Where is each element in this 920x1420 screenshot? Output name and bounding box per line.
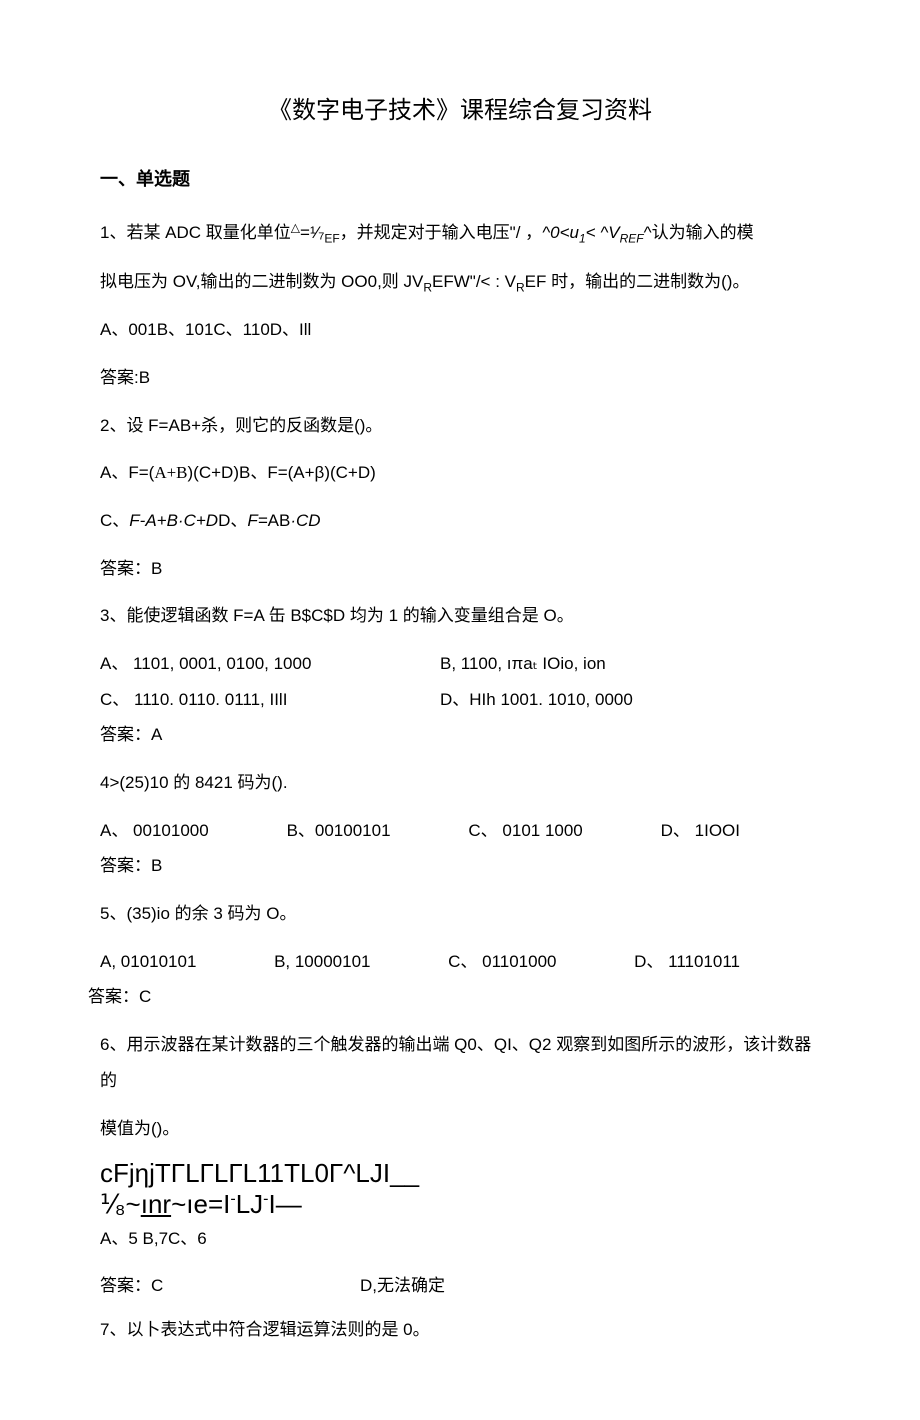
q3-stem: 3、能使逻辑函数 F=A 缶 B$C$D 均为 1 的输入变量组合是 O。 — [100, 598, 820, 634]
q1-l1-b: =¹⁄₇ — [300, 223, 324, 242]
q1-l1-d: ^0<u — [542, 223, 579, 242]
q2-cd-c: D、 — [218, 511, 247, 530]
q1-l2-d: R — [516, 280, 525, 294]
q2-cd-d: F= — [247, 511, 267, 530]
w2-g: I— — [268, 1189, 301, 1219]
q3-optA: A、 1101, 0001, 0100, 1000 — [100, 646, 440, 682]
q1-l1-e: 1 — [579, 231, 586, 245]
q1-l2-e: EF 时，输出的二进制数为()。 — [525, 272, 750, 291]
q4-optC: C、 0101 1000 — [468, 813, 582, 849]
q5-opts: A, 01010101 B, 10000101 C、 01101000 D、 1… — [100, 944, 740, 980]
section-heading: 一、单选题 — [100, 165, 820, 191]
q2-cd-g: CD — [296, 511, 321, 530]
q2-cd-e: AB — [268, 511, 291, 530]
q5-optB: B, 10000101 — [274, 944, 370, 980]
q4-optB: B、00100101 — [287, 813, 391, 849]
q1-l2-c: EFW"/< : V — [432, 272, 516, 291]
q4-stem: 4>(25)10 的 8421 码为(). — [100, 765, 820, 801]
q4-optD: D、 1IOOI — [661, 813, 740, 849]
q2-cd-a: C、 — [100, 511, 129, 530]
page-title: 《数字电子技术》课程综合复习资料 — [100, 90, 820, 125]
q3-opts-row2: C、 1110. 0110. 0111, IIlI D、HIh 1001. 10… — [100, 682, 820, 718]
q1-l1-a: 1、若某 ADC 取量化单位 — [100, 223, 291, 242]
q3-optD: D、HIh 1001. 1010, 0000 — [440, 682, 633, 718]
q5-optC: C、 01101000 — [448, 944, 556, 980]
q4-optA: A、 00101000 — [100, 813, 209, 849]
q2-cd-b: F-A+B·C+D — [129, 511, 218, 530]
waveform-line1: cFjηjTΓLΓLΓL11TL0Γ^LJI__ — [100, 1158, 820, 1189]
q6-answer: 答案：C — [100, 1268, 360, 1304]
q1-l1-f: < ^V — [586, 223, 620, 242]
q1-line2: 拟电压为 OV,输出的二进制数为 OO0,则 JVREFW"/< : VREF … — [100, 264, 820, 301]
w2-b: ınr — [141, 1189, 171, 1219]
q3-optB: B, 1100, ıπaₜ IOio, ion — [440, 646, 606, 682]
w2-a: ⅟₈~ — [100, 1189, 141, 1219]
q1-l1-h: ^认为输入的模 — [644, 223, 754, 242]
w2-c: ~ıe=I — [171, 1189, 230, 1219]
q5-optD: D、 11101011 — [634, 944, 740, 980]
q7-stem: 7、以卜表达式中符合逻辑运算法则的是 0。 — [100, 1312, 820, 1348]
q1-l1-c: ，并规定对于输入电压"/ ， — [340, 223, 542, 242]
q6-stem2: 模值为()。 — [100, 1111, 820, 1147]
q3-answer: 答案：A — [100, 717, 820, 753]
q2-opts-ab: A、F=(A+B)(C+D)B、F=(A+β)(C+D) — [100, 455, 820, 491]
q4-opts: A、 00101000 B、00100101 C、 0101 1000 D、 1… — [100, 813, 740, 849]
q2-stem: 2、设 F=AB+杀，则它的反函数是()。 — [100, 408, 820, 444]
q1-l1-g: REF — [620, 231, 644, 245]
q1-delta: △ — [291, 220, 300, 234]
q1-options: A、001B、101C、110D、Ill — [100, 312, 820, 348]
q2-opts-cd: C、F-A+B·C+DD、F=AB·CD — [100, 503, 820, 539]
q4-answer: 答案：B — [100, 848, 820, 884]
q6-optD: D,无法确定 — [360, 1268, 445, 1304]
q1-line1: 1、若某 ADC 取量化单位△=¹⁄₇EF，并规定对于输入电压"/ ，^0<u1… — [100, 215, 820, 252]
q3-opts-row1: A、 1101, 0001, 0100, 1000 B, 1100, ıπaₜ … — [100, 646, 820, 682]
q1-l2-b: R — [423, 280, 432, 294]
q2-ab-a: A、F=( — [100, 463, 154, 482]
q5-answer: 答案：C — [88, 979, 820, 1015]
q2-ab-b: A+B — [154, 463, 187, 482]
q5-stem: 5、(35)io 的余 3 码为 O。 — [100, 896, 820, 932]
q5-optA: A, 01010101 — [100, 944, 196, 980]
q1-l2-a: 拟电压为 OV,输出的二进制数为 OO0,则 JV — [100, 272, 423, 291]
q1-ef: EF — [324, 231, 339, 245]
q2-answer: 答案：B — [100, 551, 820, 587]
q1-answer: 答案:B — [100, 360, 820, 396]
q2-ab-c: )(C+D)B、F=(A+β)(C+D) — [188, 463, 376, 482]
waveform-line2: ⅟₈~ınr~ıe=I-LJ-I— — [100, 1189, 820, 1220]
q6-stem1: 6、用示波器在某计数器的三个触发器的输出端 Q0、QI、Q2 观察到如图所示的波… — [100, 1027, 820, 1098]
w2-e: LJ — [236, 1189, 263, 1219]
q6-opts-ab: A、5 B,7C、6 — [100, 1221, 820, 1257]
q3-optC: C、 1110. 0110. 0111, IIlI — [100, 682, 440, 718]
q6-row-dans: 答案：C D,无法确定 — [100, 1268, 820, 1304]
